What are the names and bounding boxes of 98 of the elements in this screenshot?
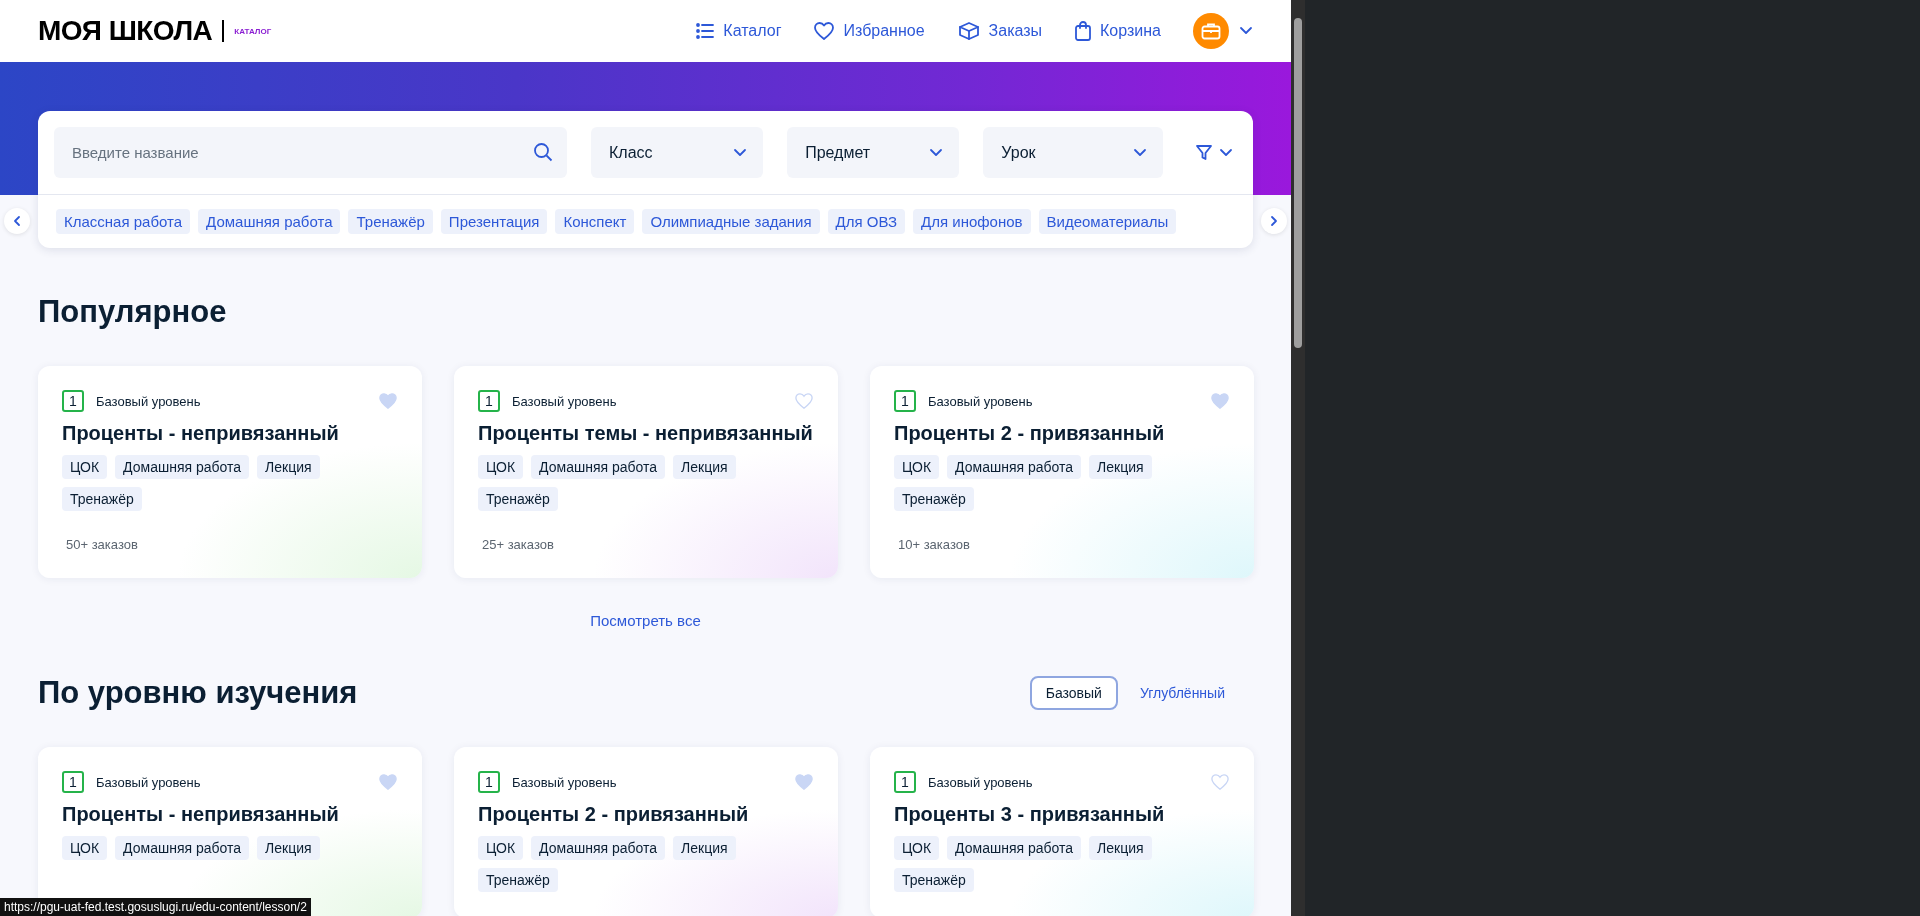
dropdown[interactable]: Урок [983,127,1163,178]
nav-link[interactable]: Избранное [813,21,925,41]
tag: Лекция [673,455,736,479]
tag: Домашняя работа [947,455,1082,479]
profile-avatar[interactable] [1193,13,1229,49]
tag: Лекция [257,836,320,860]
filter-chip[interactable]: Видеоматериалы [1038,209,1177,234]
tag: Лекция [673,836,736,860]
favorite-heart-icon[interactable] [378,392,398,410]
tag: ЦОК [62,836,108,860]
orders-count: 50+ заказов [65,537,139,552]
level-label: Базовый уровень [928,774,1034,790]
card-title: Проценты - непривязанный [62,803,340,826]
grade-badge: 1 [478,390,500,412]
tag: Тренажёр [894,868,974,892]
lesson-card[interactable]: 1 Базовый уровень Проценты 3 - привязанный ЦОК Домашняя работа Лекция Тренажёр [870,747,1254,916]
chevron-left-icon [13,215,21,227]
filter-chip[interactable]: Конспект [555,209,635,234]
filter-icon [1195,143,1213,162]
grade-badge: 1 [62,771,84,793]
logo-caption: КАТАЛОГ [234,26,272,36]
grade-badge: 1 [894,390,916,412]
lesson-card[interactable]: 1 Базовый уровень Проценты - непривязанный ЦОК Домашняя работа Лекция Тренажёр 50+ заказов [38,366,422,578]
filter-chip[interactable]: Презентация [440,209,548,234]
tag: ЦОК [62,455,108,479]
scroll-left-button[interactable] [4,208,30,234]
level-label: Базовый уровень [96,393,202,409]
card-title: Проценты 2 - привязанный [894,422,1166,445]
lesson-card[interactable]: 1 Базовый уровень Проценты 2 - привязанный ЦОК Домашняя работа Лекция Тренажёр 10+ заказов [870,366,1254,578]
lesson-card[interactable]: 1 Базовый уровень Проценты 2 - привязанный ЦОК Домашняя работа Лекция Тренажёр [454,747,838,916]
nav-link[interactable]: Каталог [695,21,782,41]
level-label: Базовый уровень [512,393,618,409]
tag: ЦОК [894,455,940,479]
filter-chip[interactable]: Для ОВЗ [827,209,906,234]
filter-chip[interactable]: Для инофонов [913,209,1031,234]
tag: Домашняя работа [531,836,666,860]
tag: Тренажёр [62,487,142,511]
dropdown[interactable]: Класс [591,127,764,178]
chevron-down-icon [929,147,944,158]
search-field[interactable]: Введите название [54,127,567,178]
filter-chip[interactable]: Классная работа [56,209,191,234]
card-title: Проценты - непривязанный [62,422,340,445]
grade-badge: 1 [478,771,500,793]
level-tab[interactable]: Углублённый [1123,676,1241,710]
scrollbar[interactable] [1291,0,1305,916]
tag: Тренажёр [478,868,558,892]
section-heading: Популярное [38,294,227,330]
filter-chip[interactable]: Домашняя работа [198,209,341,234]
favorite-heart-icon[interactable] [1210,392,1230,410]
see-all-link[interactable]: Посмотреть все [590,612,701,629]
chevron-down-icon [733,147,748,158]
shopping-bag-icon [1074,20,1093,42]
card-title: Проценты 2 - привязанный [478,803,750,826]
orders-count: 10+ заказов [897,537,971,552]
box-icon [956,21,981,41]
favorite-heart-icon[interactable] [794,773,814,791]
filter-chip[interactable]: Олимпиадные задания [642,209,820,234]
lesson-card[interactable]: 1 Базовый уровень Проценты темы - непривязанный ЦОК Домашняя работа Лекция Тренажёр 25+ заказов [454,366,838,578]
list-icon [695,21,716,41]
tag: Домашняя работа [531,455,666,479]
tag: Тренажёр [478,487,558,511]
filter-chip[interactable]: Тренажёр [348,209,433,234]
dropdown[interactable]: Предмет [787,127,960,178]
tag: Домашняя работа [115,455,250,479]
level-label: Базовый уровень [512,774,618,790]
card-title: Проценты темы - непривязанный [478,422,814,445]
level-label: Базовый уровень [96,774,202,790]
card-title: Проценты 3 - привязанный [894,803,1166,826]
section-heading: По уровню изучения [38,675,358,711]
tag: ЦОК [894,836,940,860]
tag: ЦОК [478,836,524,860]
tag: Домашняя работа [115,836,250,860]
favorite-heart-icon[interactable] [1210,773,1230,791]
level-tab[interactable]: Базовый [1029,676,1118,710]
nav-link[interactable]: Заказы [956,21,1043,41]
chevron-down-icon [1219,147,1233,158]
grade-badge: 1 [62,390,84,412]
heart-icon [813,21,836,41]
favorite-heart-icon[interactable] [794,392,814,410]
orders-count: 25+ заказов [481,537,555,552]
tag: Лекция [1089,836,1152,860]
status-url: https://pgu-uat-fed.test.gosuslugi.ru/edu-content/lesson/2 [0,898,311,916]
favorite-heart-icon[interactable] [378,773,398,791]
tag: Лекция [257,455,320,479]
logo[interactable]: МОЯ ШКОЛА [38,15,213,47]
grade-badge: 1 [894,771,916,793]
chevron-right-icon [1270,215,1278,227]
tag: Лекция [1089,455,1152,479]
tag: ЦОК [478,455,524,479]
chevron-down-icon [1133,147,1147,158]
search-icon [533,142,553,162]
briefcase-icon [1201,22,1221,40]
tag: Тренажёр [894,487,974,511]
scroll-right-button[interactable] [1261,208,1287,234]
nav-link[interactable]: Корзина [1074,20,1161,42]
tag: Домашняя работа [947,836,1082,860]
level-label: Базовый уровень [928,393,1034,409]
chevron-down-icon [1239,26,1253,36]
